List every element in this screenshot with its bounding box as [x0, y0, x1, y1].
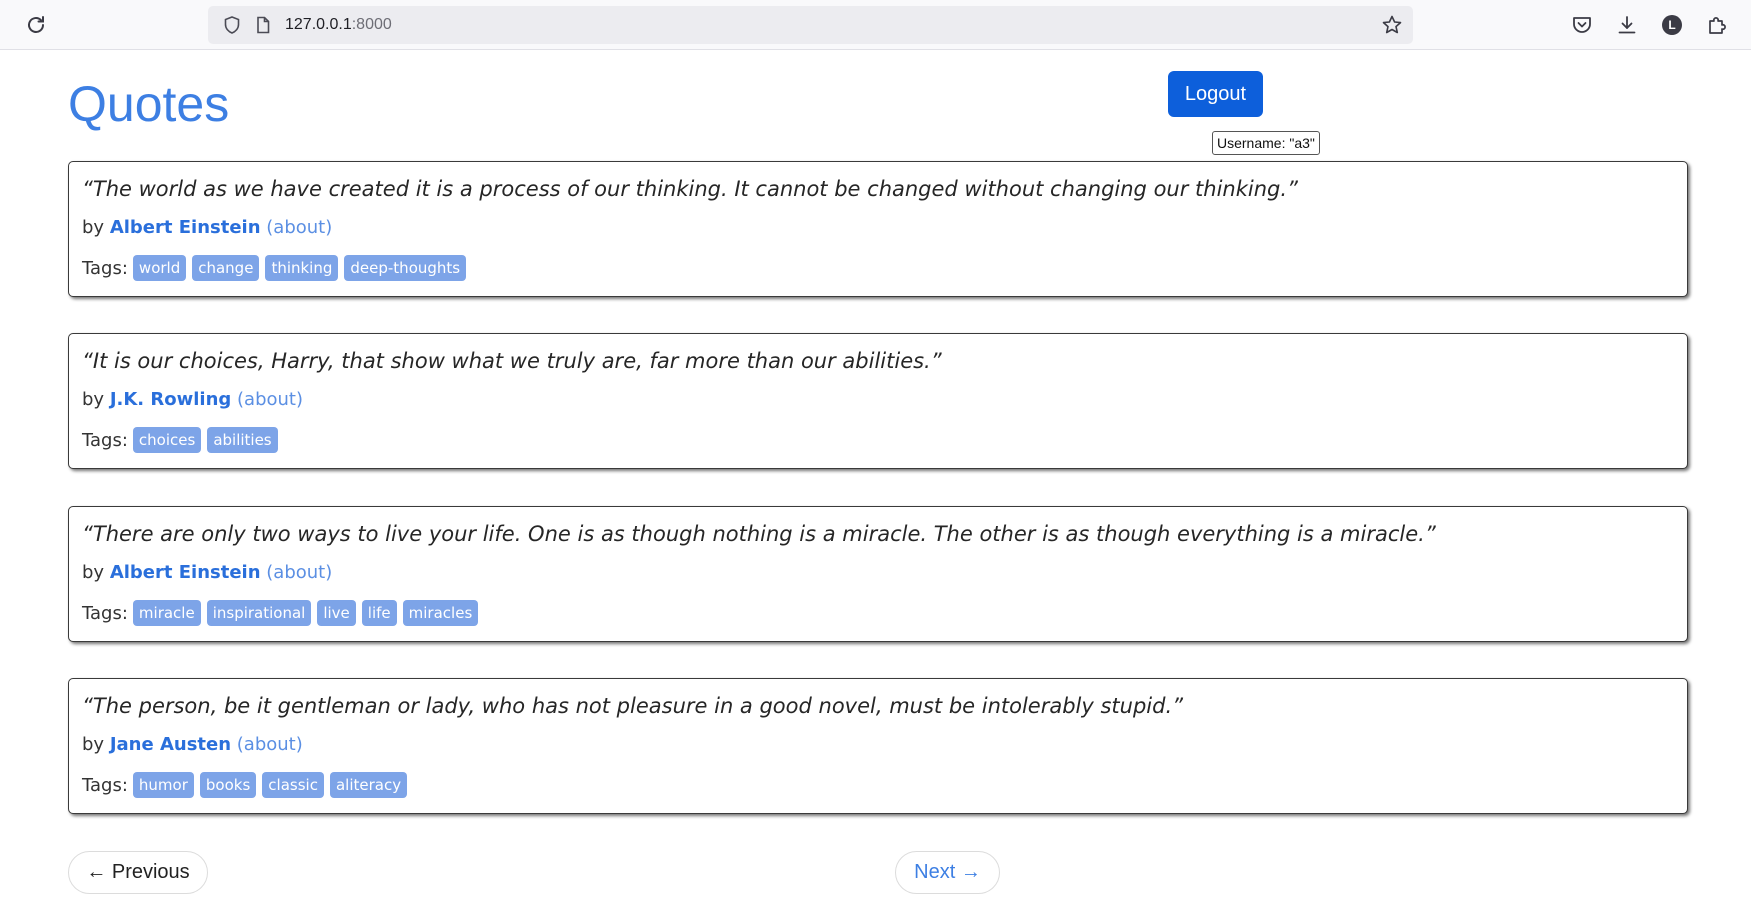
tag[interactable]: miracles: [402, 600, 479, 626]
about-link[interactable]: (about): [266, 217, 332, 238]
tag[interactable]: world: [132, 255, 187, 281]
star-icon[interactable]: [1381, 14, 1403, 36]
tags-row: Tags: miracle inspirational live life mi…: [82, 600, 484, 626]
quote-text: “The world as we have created it is a pr…: [82, 177, 1298, 201]
tag[interactable]: books: [199, 772, 257, 798]
tag[interactable]: inspirational: [206, 600, 312, 626]
quote-text: “There are only two ways to live your li…: [82, 522, 1436, 546]
previous-button[interactable]: ← Previous: [68, 851, 208, 894]
reload-icon[interactable]: [24, 13, 48, 37]
address-bar[interactable]: 127.0.0.1:8000: [208, 6, 1413, 44]
about-link[interactable]: (about): [266, 562, 332, 583]
quote-author-line: by Jane Austen (about): [82, 734, 303, 755]
tag[interactable]: classic: [262, 772, 324, 798]
avatar: L: [1662, 15, 1682, 35]
tags-label: Tags:: [82, 257, 128, 279]
username-tooltip: Username: "a3": [1212, 131, 1320, 155]
tag[interactable]: miracle: [132, 600, 201, 626]
tags-row: Tags: world change thinking deep-thought…: [82, 255, 472, 281]
quote-card: “The world as we have created it is a pr…: [68, 161, 1688, 297]
about-link[interactable]: (about): [237, 734, 303, 755]
quote-author-line: by Albert Einstein (about): [82, 217, 332, 238]
shield-icon[interactable]: [222, 15, 242, 35]
tag[interactable]: abilities: [207, 427, 278, 453]
by-label: by: [82, 217, 105, 238]
tags-row: Tags: humor books classic aliteracy: [82, 772, 413, 798]
about-link[interactable]: (about): [237, 389, 303, 410]
tag[interactable]: aliteracy: [329, 772, 408, 798]
tag[interactable]: humor: [132, 772, 194, 798]
tags-row: Tags: choices abilities: [82, 427, 284, 453]
tag[interactable]: deep-thoughts: [344, 255, 467, 281]
tag[interactable]: choices: [132, 427, 202, 453]
page-icon: [253, 15, 273, 35]
browser-toolbar: 127.0.0.1:8000 L: [0, 0, 1751, 50]
by-label: by: [82, 389, 105, 410]
by-label: by: [82, 562, 105, 583]
author-name[interactable]: Albert Einstein: [110, 217, 261, 238]
quote-text: “It is our choices, Harry, that show wha…: [82, 349, 942, 373]
quote-text: “The person, be it gentleman or lady, wh…: [82, 694, 1184, 718]
logout-button[interactable]: Logout: [1168, 71, 1263, 117]
url-host: 127.0.0.1: [285, 16, 352, 33]
tags-label: Tags:: [82, 602, 128, 624]
url-port: :8000: [351, 16, 392, 33]
url-text[interactable]: 127.0.0.1:8000: [285, 16, 392, 34]
tag[interactable]: life: [361, 600, 397, 626]
account-icon[interactable]: L: [1660, 13, 1684, 37]
author-name[interactable]: Jane Austen: [110, 734, 231, 755]
pocket-icon[interactable]: [1570, 13, 1594, 37]
quote-author-line: by Albert Einstein (about): [82, 562, 332, 583]
tag[interactable]: live: [317, 600, 356, 626]
quote-card: “It is our choices, Harry, that show wha…: [68, 333, 1688, 469]
download-icon[interactable]: [1615, 13, 1639, 37]
author-name[interactable]: J.K. Rowling: [110, 389, 231, 410]
quote-card: “The person, be it gentleman or lady, wh…: [68, 678, 1688, 814]
quote-card: “There are only two ways to live your li…: [68, 506, 1688, 642]
tags-label: Tags:: [82, 429, 128, 451]
page-title[interactable]: Quotes: [68, 72, 229, 136]
author-name[interactable]: Albert Einstein: [110, 562, 261, 583]
by-label: by: [82, 734, 105, 755]
quote-author-line: by J.K. Rowling (about): [82, 389, 303, 410]
tag[interactable]: change: [192, 255, 260, 281]
extensions-icon[interactable]: [1705, 13, 1729, 37]
tag[interactable]: thinking: [265, 255, 339, 281]
tags-label: Tags:: [82, 774, 128, 796]
next-button[interactable]: Next →: [895, 851, 1000, 894]
